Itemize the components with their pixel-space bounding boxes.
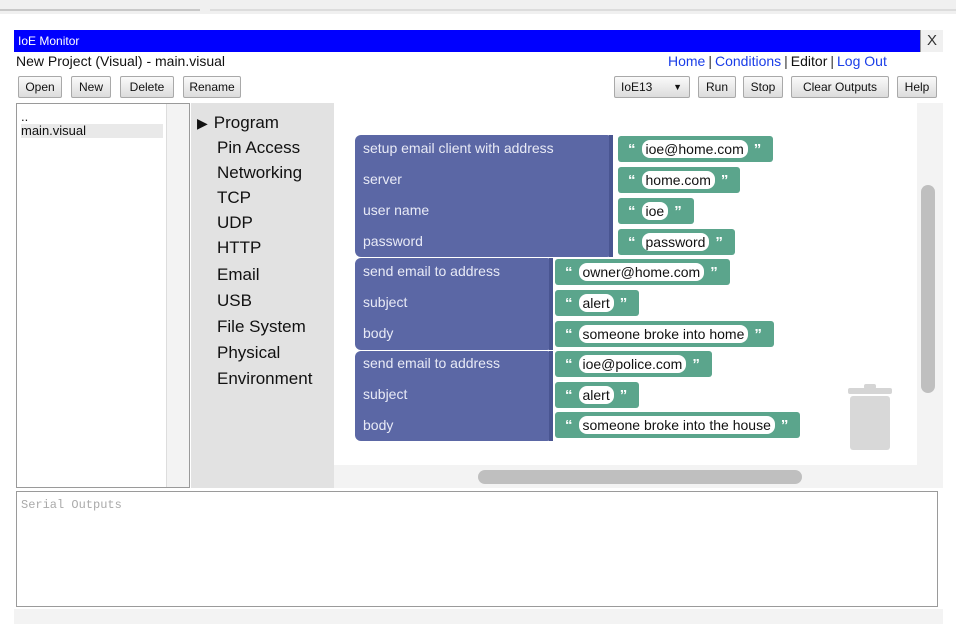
window-title: IoE Monitor — [18, 34, 80, 48]
quote-open: “ — [628, 141, 636, 158]
email-address-value[interactable]: owner@home.com — [578, 263, 705, 281]
category-udp[interactable]: UDP — [217, 213, 253, 233]
server-value[interactable]: home.com — [641, 171, 715, 189]
quote-open: “ — [565, 295, 573, 312]
nav-separator: | — [830, 53, 835, 69]
quote-close: ” — [753, 141, 762, 158]
quote-close: ” — [674, 203, 682, 220]
nav-separator: | — [784, 53, 788, 69]
file-item-main-visual[interactable]: main.visual — [21, 124, 163, 138]
body-value[interactable]: someone broke into the house — [578, 416, 775, 434]
open-button[interactable]: Open — [18, 76, 62, 98]
subject-value[interactable]: alert — [578, 386, 614, 404]
quote-close: ” — [780, 417, 789, 434]
chevron-down-icon: ▼ — [673, 82, 682, 92]
string-block[interactable]: “ alert ” — [555, 382, 640, 408]
send-email-label: send email to address — [363, 355, 500, 371]
string-block[interactable]: “ ioe ” — [618, 198, 694, 224]
user-name-value[interactable]: ioe — [641, 202, 669, 220]
run-button[interactable]: Run — [698, 76, 736, 98]
quote-close: ” — [715, 234, 723, 251]
nav-conditions-link[interactable]: Conditions — [715, 53, 781, 69]
string-block[interactable]: “ home.com ” — [618, 167, 741, 193]
quote-open: “ — [628, 172, 636, 189]
serial-outputs-area[interactable]: Serial Outputs — [16, 491, 938, 607]
serial-outputs-placeholder: Serial Outputs — [21, 498, 122, 512]
quote-open: “ — [565, 356, 573, 373]
nav-links: Home | Conditions | Editor | Log Out — [668, 53, 887, 69]
category-physical[interactable]: Physical — [217, 343, 280, 363]
category-http[interactable]: HTTP — [217, 238, 261, 258]
stop-button[interactable]: Stop — [743, 76, 783, 98]
string-block[interactable]: “ ioe@police.com ” — [555, 351, 712, 377]
password-label: password — [363, 233, 423, 249]
nav-home-link[interactable]: Home — [668, 53, 705, 69]
file-item-parent[interactable]: .. — [21, 110, 163, 124]
quote-open: “ — [565, 387, 573, 404]
quote-open: “ — [565, 264, 573, 281]
category-label: Program — [213, 113, 279, 132]
project-title: New Project (Visual) - main.visual — [16, 53, 226, 69]
nav-separator: | — [708, 53, 712, 69]
file-list-scrollbar[interactable] — [166, 104, 189, 487]
vertical-scroll-thumb[interactable] — [921, 185, 935, 393]
subject-label: subject — [363, 294, 408, 310]
user-name-label: user name — [363, 202, 430, 218]
setup-label: setup email client with address — [363, 140, 554, 156]
top-strip — [0, 0, 956, 14]
string-block[interactable]: “ someone broke into the house ” — [555, 412, 801, 438]
window-titlebar: IoE Monitor X — [14, 30, 943, 52]
quote-open: “ — [565, 326, 573, 343]
quote-close: ” — [619, 387, 628, 404]
quote-open: “ — [628, 234, 636, 251]
close-button[interactable]: X — [920, 30, 943, 52]
server-label: server — [363, 171, 402, 187]
subject-value[interactable]: alert — [578, 294, 614, 312]
string-block[interactable]: “ alert ” — [555, 290, 640, 316]
quote-close: ” — [720, 172, 729, 189]
password-value[interactable]: password — [641, 233, 710, 251]
category-pin-access[interactable]: Pin Access — [217, 138, 300, 158]
quote-close: ” — [754, 326, 762, 343]
body-label: body — [363, 417, 394, 433]
quote-open: “ — [628, 203, 636, 220]
string-block[interactable]: “ password ” — [618, 229, 735, 255]
bottom-scrollbar[interactable] — [14, 609, 943, 624]
address-value[interactable]: ioe@home.com — [641, 140, 748, 158]
category-email[interactable]: Email — [217, 265, 260, 285]
delete-button[interactable]: Delete — [120, 76, 174, 98]
category-environment[interactable]: Environment — [217, 369, 312, 389]
category-program[interactable]: ▶ Program — [197, 113, 279, 133]
help-button[interactable]: Help — [897, 76, 937, 98]
subject-label: subject — [363, 386, 408, 402]
horizontal-scroll-thumb[interactable] — [478, 470, 802, 484]
category-file-system[interactable]: File System — [217, 317, 306, 337]
quote-close: ” — [619, 295, 628, 312]
rename-button[interactable]: Rename — [183, 76, 241, 98]
new-button[interactable]: New — [71, 76, 111, 98]
clear-outputs-button[interactable]: Clear Outputs — [791, 76, 889, 98]
device-select[interactable]: IoE13 ▼ — [614, 76, 690, 98]
body-label: body — [363, 325, 394, 341]
nav-logout-link[interactable]: Log Out — [837, 53, 887, 69]
quote-open: “ — [565, 417, 573, 434]
send-email-label: send email to address — [363, 263, 500, 279]
block-category-panel: ▶ Program Pin Access Networking TCP UDP H… — [191, 103, 334, 488]
play-triangle-icon: ▶ — [197, 115, 208, 131]
device-select-value: IoE13 — [621, 80, 653, 94]
nav-editor-link[interactable]: Editor — [791, 53, 828, 69]
email-address-value[interactable]: ioe@police.com — [578, 355, 687, 373]
body-value[interactable]: someone broke into home — [578, 325, 749, 343]
string-block[interactable]: “ someone broke into home ” — [555, 321, 774, 347]
category-usb[interactable]: USB — [217, 291, 252, 311]
file-list-panel: .. main.visual — [16, 103, 190, 488]
category-networking[interactable]: Networking — [217, 163, 302, 183]
quote-close: ” — [692, 356, 700, 373]
string-block[interactable]: “ owner@home.com ” — [555, 259, 730, 285]
trash-icon[interactable] — [846, 384, 894, 450]
string-block[interactable]: “ ioe@home.com ” — [618, 136, 774, 162]
category-tcp[interactable]: TCP — [217, 188, 251, 208]
quote-close: ” — [710, 264, 718, 281]
